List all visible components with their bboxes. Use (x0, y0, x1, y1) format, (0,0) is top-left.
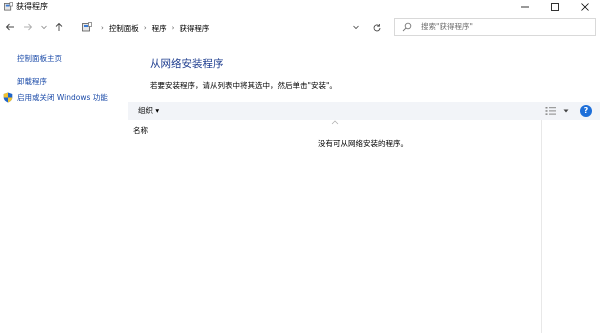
search-icon (402, 22, 412, 32)
window-title: 获得程序 (16, 2, 48, 11)
view-dropdown-button[interactable] (562, 106, 570, 116)
arrow-left-icon (5, 23, 14, 31)
sidebar-item-uninstall-program[interactable]: 卸载程序 (17, 76, 47, 87)
column-divider[interactable] (541, 120, 542, 333)
close-button[interactable] (570, 0, 600, 14)
shield-icon (3, 92, 13, 103)
sidebar-item-windows-features[interactable]: 启用或关闭 Windows 功能 (17, 92, 108, 103)
instruction-text: 若要安装程序，请从列表中将其选中，然后单击"安装"。 (150, 81, 337, 90)
address-history-button[interactable] (351, 22, 361, 32)
breadcrumb-item-get-programs[interactable]: 获得程序 (179, 23, 209, 34)
search-placeholder: 搜索"获得程序" (421, 22, 473, 31)
page-title: 从网络安装程序 (150, 58, 224, 70)
address-bar[interactable]: › 控制面板 › 程序 › 获得程序 (79, 19, 367, 37)
chevron-down-icon (41, 25, 47, 30)
close-icon (581, 3, 589, 11)
breadcrumb-item-control-panel[interactable]: 控制面板 (109, 23, 139, 34)
command-bar: 组织 ▾ ? (128, 102, 600, 120)
caret-down-icon (563, 109, 569, 113)
chevron-down-icon (353, 25, 359, 30)
chevron-right-icon: › (101, 24, 104, 32)
help-button[interactable]: ? (580, 105, 592, 117)
search-input[interactable]: 搜索"获得程序" (394, 18, 596, 36)
forward-button[interactable] (22, 21, 34, 33)
column-header-name[interactable]: 名称 (133, 125, 148, 136)
breadcrumb: › 控制面板 › 程序 › 获得程序 (96, 19, 209, 37)
title-bar: 获得程序 (0, 0, 600, 14)
refresh-icon (373, 24, 381, 32)
maximize-icon (551, 3, 559, 11)
up-button[interactable] (53, 21, 65, 33)
sidebar-item-control-panel-home[interactable]: 控制面板主页 (17, 53, 62, 64)
control-panel-icon (4, 2, 13, 11)
empty-list-message: 没有可从网络安装的程序。 (318, 139, 408, 148)
view-options-icon[interactable] (545, 106, 557, 116)
control-panel-icon (82, 22, 92, 32)
chevron-right-icon[interactable]: › (172, 24, 175, 32)
minimize-icon (521, 6, 529, 8)
minimize-button[interactable] (510, 0, 540, 14)
back-button[interactable] (4, 21, 16, 33)
recent-locations-button[interactable] (38, 21, 50, 33)
maximize-button[interactable] (540, 0, 570, 14)
sort-ascending-icon (331, 120, 339, 125)
refresh-button[interactable] (368, 20, 386, 36)
arrow-up-icon (55, 22, 63, 31)
organize-menu-button[interactable]: 组织 ▾ (138, 102, 159, 120)
arrow-right-icon (24, 23, 33, 31)
chevron-right-icon[interactable]: › (144, 24, 147, 32)
breadcrumb-item-programs[interactable]: 程序 (152, 23, 167, 34)
question-mark-icon: ? (583, 106, 589, 115)
